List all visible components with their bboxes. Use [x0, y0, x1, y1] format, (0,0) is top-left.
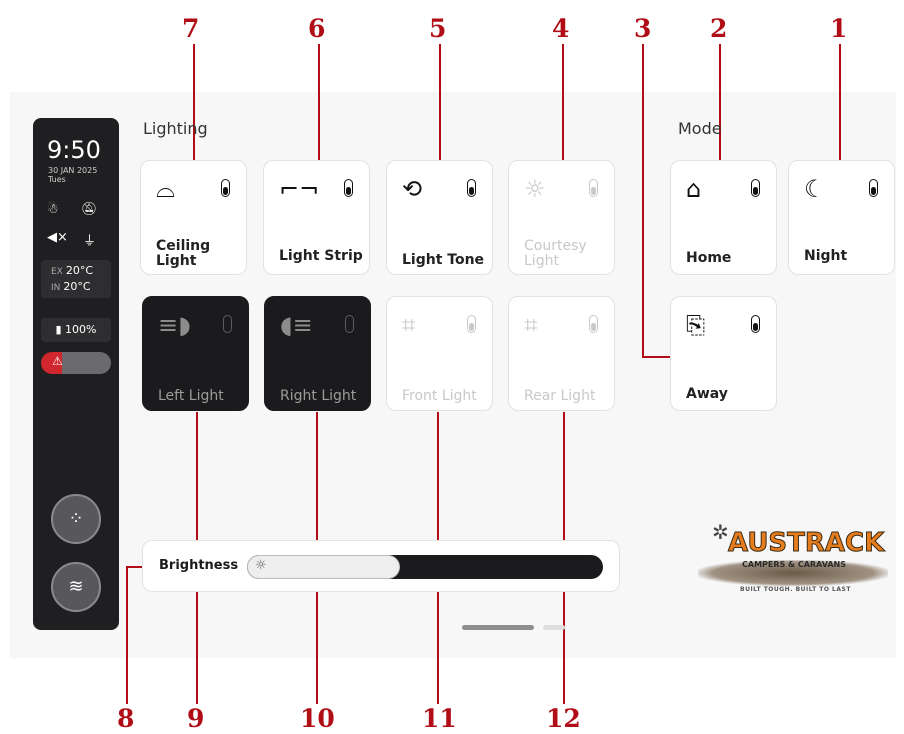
logo-tagline: BUILT TOUGH. BUILT TO LAST — [740, 586, 851, 593]
day-label: Tues — [48, 175, 66, 184]
home-icon: ⌂ — [686, 175, 702, 203]
away-mode-toggle[interactable] — [751, 315, 760, 333]
logo-subtitle: CAMPERS & CARAVANS — [742, 560, 846, 569]
home-mode-toggle[interactable] — [751, 179, 760, 197]
light-strip-icon: ⌐¬ — [279, 175, 320, 203]
clock-date: 30 JAN 2025 Tues — [48, 166, 97, 184]
clock-time: 9:50 — [47, 136, 101, 164]
home-mode-label: Home — [686, 250, 732, 266]
date-label: 30 JAN 2025 — [48, 166, 98, 175]
front-light-toggle[interactable] — [467, 315, 476, 333]
warning-icon: ⚠ — [52, 354, 63, 368]
leader-line-6 — [318, 44, 320, 160]
tile-home-mode[interactable]: ⌂ Home — [670, 160, 777, 275]
leader-line-7 — [193, 44, 195, 172]
internal-temperature: IN 20°C — [51, 280, 91, 293]
light-tone-icon: ⟲ — [402, 175, 423, 203]
callout-2: 2 — [710, 14, 728, 43]
callout-6: 6 — [308, 14, 326, 43]
light-tone-toggle[interactable] — [467, 179, 476, 197]
callout-10: 10 — [300, 704, 335, 733]
tile-right-light[interactable]: ◖≡ Right Light — [264, 296, 371, 411]
leader-line-1 — [839, 44, 841, 160]
tile-front-light[interactable]: ⌗ Front Light — [386, 296, 493, 411]
callout-8: 8 — [117, 704, 135, 733]
tile-left-light[interactable]: ≡◗ Left Light — [142, 296, 249, 411]
callout-1: 1 — [830, 14, 848, 43]
rear-light-label: Rear Light — [524, 388, 596, 404]
lock-person-icon[interactable]: ☃ — [47, 202, 59, 217]
away-mode-label: Away — [686, 386, 728, 402]
logo-brand: AUSTRACK — [727, 528, 885, 559]
tile-night-mode[interactable]: ☾ Night — [788, 160, 895, 275]
callout-11: 11 — [422, 704, 457, 733]
brightness-fill[interactable] — [247, 555, 401, 579]
leader-line-2 — [719, 44, 721, 160]
courtesy-light-toggle[interactable] — [589, 179, 598, 197]
left-light-icon: ≡◗ — [158, 311, 191, 339]
alert-toggle[interactable]: ⚠ — [41, 352, 111, 374]
callout-9: 9 — [187, 704, 205, 733]
external-temperature: EX 20°C — [51, 264, 94, 277]
plug-icon[interactable]: ⏚ — [83, 230, 96, 249]
page-indicator-inactive[interactable] — [543, 625, 565, 630]
bulb-icon: ☼ — [524, 175, 546, 203]
callout-7: 7 — [182, 14, 200, 43]
tile-light-tone[interactable]: ⟲ Light Tone — [386, 160, 493, 275]
tile-rear-light[interactable]: ⌗ Rear Light — [508, 296, 615, 411]
bell-off-icon[interactable]: 🔕︎ — [81, 202, 98, 217]
door-exit-icon: ⎘ — [686, 311, 706, 339]
austrack-logo: ✲ AUSTRACK CAMPERS & CARAVANS BUILT TOUG… — [698, 520, 888, 600]
callout-3: 3 — [634, 14, 652, 43]
battery-level: 100% — [65, 323, 97, 336]
tile-courtesy-light[interactable]: ☼ Courtesy Light — [508, 160, 615, 275]
front-light-label: Front Light — [402, 388, 477, 404]
callout-12: 12 — [546, 704, 581, 733]
brightness-label: Brightness — [159, 558, 239, 573]
mode-title: Mode — [678, 119, 722, 138]
night-mode-toggle[interactable] — [869, 179, 878, 197]
moon-icon: ☾ — [804, 175, 826, 203]
right-light-toggle[interactable] — [345, 315, 354, 333]
temperature-box: EX 20°C IN 20°C — [41, 260, 111, 298]
status-sidebar: 9:50 30 JAN 2025 Tues ☃ 🔕︎ ◀× ⏚ EX 20°C I… — [33, 118, 119, 630]
light-tone-label: Light Tone — [402, 252, 485, 268]
callout-4: 4 — [552, 14, 570, 43]
front-light-icon: ⌗ — [402, 311, 416, 339]
layers-button[interactable]: ≋ — [51, 562, 101, 612]
rear-light-toggle[interactable] — [589, 315, 598, 333]
night-mode-label: Night — [804, 248, 848, 264]
left-light-toggle[interactable] — [223, 315, 232, 333]
sun-icon: ☼ — [255, 558, 267, 573]
brightness-slider[interactable]: ☼ — [247, 555, 603, 579]
courtesy-light-label: Courtesy Light — [524, 238, 587, 269]
tile-light-strip[interactable]: ⌐¬ Light Strip — [263, 160, 370, 275]
loading-button[interactable]: ⁘ — [51, 494, 101, 544]
leader-line-5 — [439, 44, 441, 172]
battery-status: ▮ 100% — [41, 318, 111, 342]
leader-line-8 — [126, 566, 128, 704]
brightness-control: Brightness ☼ — [142, 540, 620, 592]
tile-away-mode[interactable]: ⎘ Away — [670, 296, 777, 411]
ceiling-light-icon: ⌓ — [156, 175, 175, 203]
page-indicator-active[interactable] — [462, 625, 534, 630]
left-light-label: Left Light — [158, 388, 224, 404]
mute-icon[interactable]: ◀× — [47, 230, 68, 245]
ceiling-light-toggle[interactable] — [221, 179, 230, 197]
right-light-label: Right Light — [280, 388, 357, 404]
rear-light-icon: ⌗ — [524, 311, 538, 339]
right-light-icon: ◖≡ — [280, 311, 313, 339]
lighting-title: Lighting — [143, 119, 208, 138]
light-strip-toggle[interactable] — [344, 179, 353, 197]
windmill-icon: ✲ — [712, 520, 729, 544]
light-strip-label: Light Strip — [279, 248, 363, 264]
tile-ceiling-light[interactable]: ⌓ Ceiling Light — [140, 160, 247, 275]
leader-line-3-horizontal — [642, 356, 672, 358]
leader-line-3 — [642, 44, 644, 358]
ceiling-light-label: Ceiling Light — [156, 238, 211, 269]
leader-line-4 — [562, 44, 564, 172]
callout-5: 5 — [429, 14, 447, 43]
